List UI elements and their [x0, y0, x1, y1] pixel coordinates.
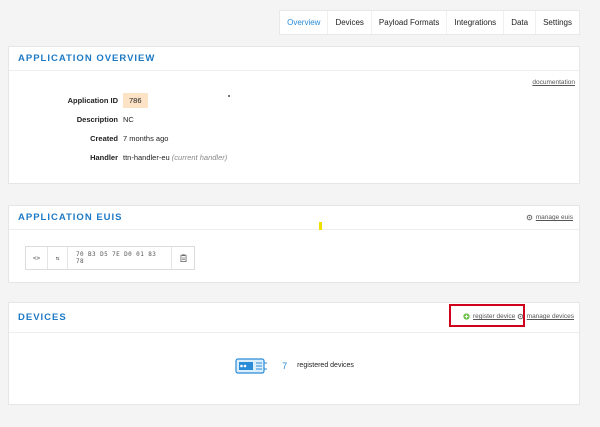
device-count-label: registered devices — [297, 362, 354, 369]
manage-devices-label: manage devices — [526, 313, 574, 320]
tab-settings[interactable]: Settings — [536, 11, 579, 34]
euis-header: APPLICATION EUIS manage euis — [9, 206, 579, 230]
tab-payload-formats[interactable]: Payload Formats — [372, 11, 448, 34]
devices-card: DEVICES register device manage devices 7… — [8, 302, 580, 405]
manage-devices-link[interactable]: manage devices — [517, 313, 574, 320]
gear-icon — [526, 214, 533, 221]
application-overview-card: APPLICATION OVERVIEW documentation Appli… — [8, 46, 580, 184]
description-label: Description — [76, 114, 118, 124]
handler-name: ttn-handler-eu — [123, 152, 170, 162]
devices-summary: 7 registered devices — [9, 343, 579, 388]
handler-value: ttn-handler-eu (current handler) — [123, 153, 227, 162]
app-id-value: 786 — [123, 92, 148, 108]
overview-title: APPLICATION OVERVIEW — [18, 53, 156, 64]
text-cursor-mark — [319, 222, 322, 230]
nav-tabs: Overview Devices Payload Formats Integra… — [279, 10, 580, 35]
decorative-dot — [228, 95, 230, 97]
tab-devices[interactable]: Devices — [328, 11, 372, 34]
tab-overview[interactable]: Overview — [280, 11, 329, 34]
eui-display: <> ⇆ 70 B3 D5 7E D0 01 83 78 — [25, 246, 195, 270]
eui-value: 70 B3 D5 7E D0 01 83 78 — [68, 247, 172, 269]
handler-hint: (current handler) — [171, 152, 228, 162]
register-device-label: register device — [473, 313, 516, 320]
created-value: 7 months ago — [123, 133, 169, 143]
device-icon — [235, 357, 268, 374]
application-euis-card: APPLICATION EUIS manage euis <> ⇆ 70 B3 … — [8, 205, 580, 283]
app-id-label: Application ID — [67, 95, 118, 105]
overview-header: APPLICATION OVERVIEW — [9, 47, 579, 71]
description-row: Description NC — [9, 110, 309, 128]
created-label: Created — [90, 133, 118, 143]
manage-euis-link[interactable]: manage euis — [526, 214, 573, 221]
gear-icon — [517, 313, 523, 320]
handler-label: Handler — [90, 152, 118, 162]
tab-integrations[interactable]: Integrations — [447, 11, 505, 34]
clipboard-icon[interactable] — [172, 247, 194, 269]
register-device-link[interactable]: register device — [463, 313, 515, 320]
devices-title: DEVICES — [18, 312, 67, 323]
tab-data[interactable]: Data — [504, 11, 537, 34]
app-id-row: Application ID 786 — [9, 91, 309, 109]
documentation-link[interactable]: documentation — [532, 79, 575, 86]
description-value: NC — [123, 114, 134, 124]
euis-title: APPLICATION EUIS — [18, 212, 123, 223]
code-toggle-icon[interactable]: <> — [26, 247, 48, 269]
manage-euis-label: manage euis — [535, 214, 573, 221]
device-count: 7 — [282, 360, 288, 371]
handler-row: Handler ttn-handler-eu (current handler) — [9, 148, 309, 166]
swap-icon[interactable]: ⇆ — [48, 247, 68, 269]
plus-circle-icon — [463, 313, 470, 320]
created-row: Created 7 months ago — [9, 129, 309, 147]
